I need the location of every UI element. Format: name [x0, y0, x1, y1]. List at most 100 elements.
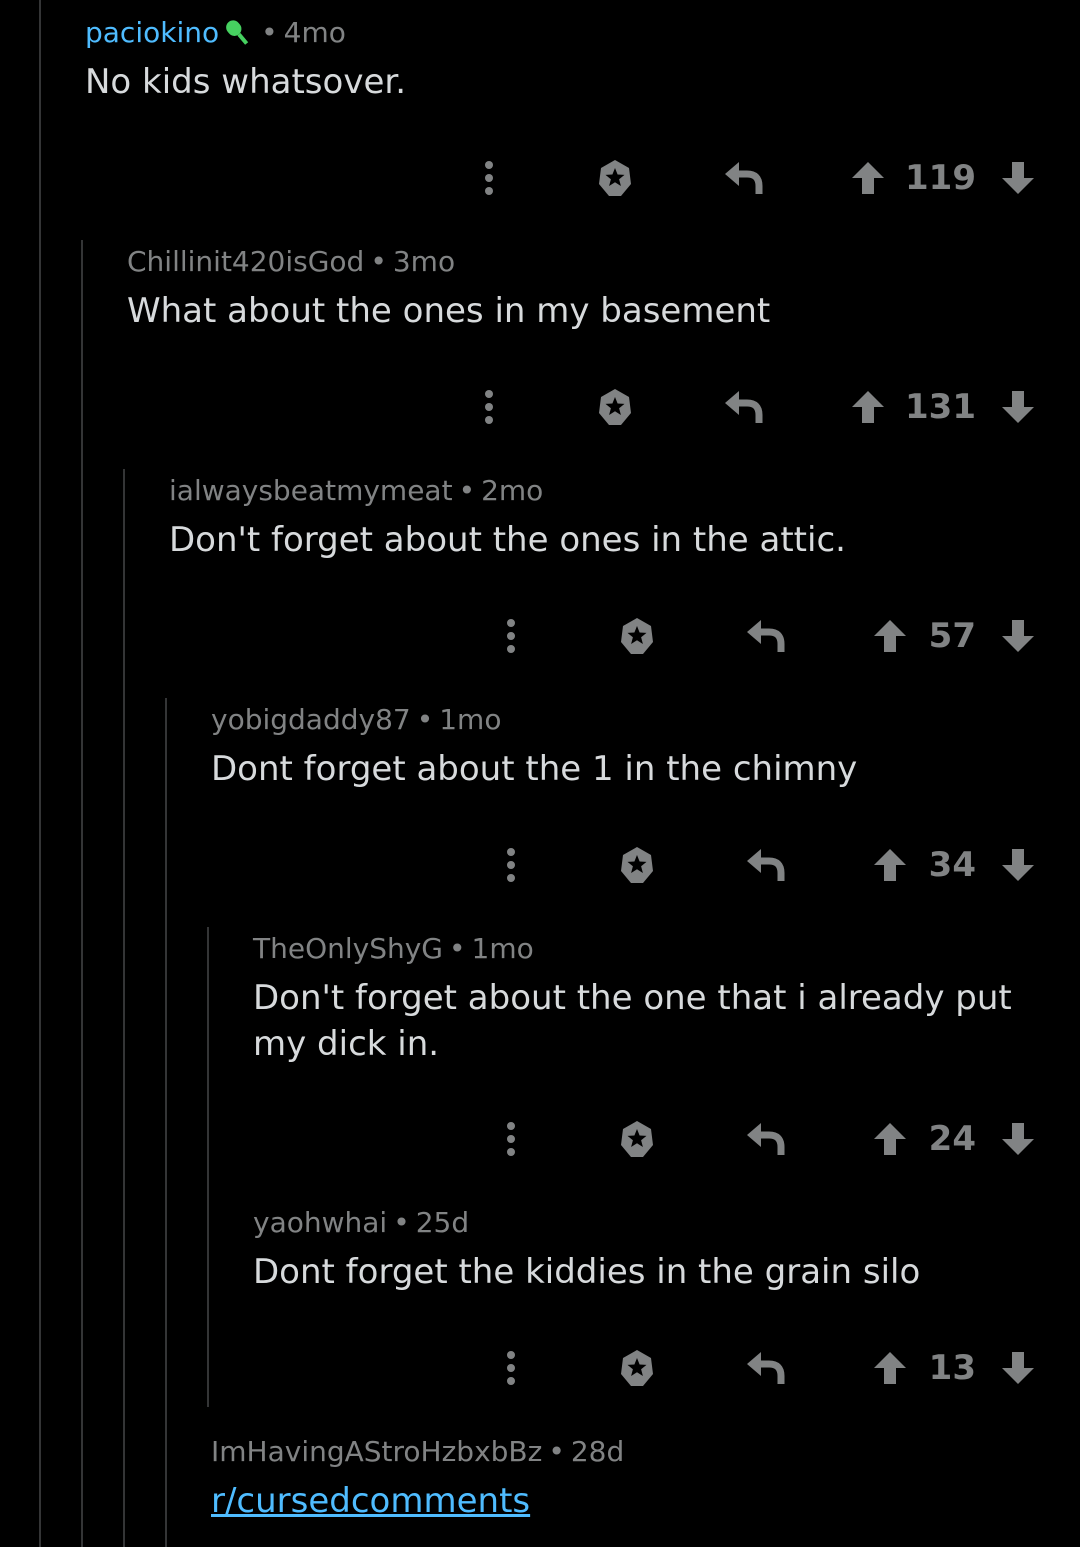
comment-body: r/cursedcomments [211, 1478, 624, 1524]
award-icon [621, 1121, 653, 1157]
award-icon [599, 160, 631, 196]
thread-line-level-2[interactable] [123, 469, 125, 1547]
award-icon [621, 1350, 653, 1386]
comment-body-line: my dick in. [253, 1024, 440, 1064]
reply-button[interactable] [740, 1346, 790, 1390]
reply-icon [747, 849, 785, 881]
author-link[interactable]: ImHavingAStroHzbxbBz [211, 1435, 542, 1468]
comment-age: 1mo [439, 703, 502, 736]
vote-score: 34 [928, 845, 976, 885]
comment-body-line: Don't forget about the one that i alread… [253, 978, 1012, 1018]
comment-age: 2mo [481, 474, 544, 507]
thread-line-level-1[interactable] [81, 240, 83, 1547]
separator-dot: • [261, 16, 278, 49]
comment: ImHavingAStroHzbxbBz • 28d r/cursedcomment… [211, 1432, 624, 1524]
thread-line-level-0[interactable] [39, 0, 41, 1547]
downvote-button[interactable] [996, 1346, 1040, 1390]
comment-actions: 57 [482, 614, 1040, 658]
comment: Chillinit420isGod • 3mo What about the one… [127, 242, 770, 334]
author-link[interactable]: yobigdaddy87 [211, 703, 411, 736]
separator-dot: • [393, 1206, 410, 1239]
comment-age: 4mo [283, 16, 346, 49]
comment: TheOnlyShyG • 1mo Don't forget about the o… [253, 929, 1012, 1067]
author-link[interactable]: paciokino [85, 16, 219, 49]
comment: yobigdaddy87 • 1mo Dont forget about the 1… [211, 700, 857, 792]
reply-button[interactable] [718, 156, 768, 200]
downvote-button[interactable] [996, 614, 1040, 658]
more-options-button[interactable] [496, 1346, 526, 1390]
microphone-icon [226, 20, 249, 45]
downvote-button[interactable] [996, 1117, 1040, 1161]
reply-icon [747, 1123, 785, 1155]
downvote-icon [1002, 162, 1034, 194]
downvote-button[interactable] [996, 156, 1040, 200]
separator-dot: • [416, 703, 434, 736]
downvote-icon [1002, 391, 1034, 423]
more-options-icon [507, 1122, 515, 1156]
separator-dot: • [548, 1435, 565, 1468]
subreddit-link[interactable]: r/cursedcomments [211, 1481, 530, 1521]
vote-score: 24 [928, 1119, 976, 1159]
award-icon [621, 618, 653, 654]
award-icon [599, 389, 631, 425]
more-options-icon [485, 161, 493, 195]
comment-actions: 119 [460, 156, 1040, 200]
more-options-button[interactable] [496, 843, 526, 887]
thread-line-level-3[interactable] [165, 698, 167, 1547]
vote-score: 131 [905, 387, 976, 427]
comment-body: No kids whatsover. [85, 62, 407, 102]
comment: paciokino • 4mo No kids whatsover. [85, 13, 406, 105]
downvote-button[interactable] [996, 385, 1040, 429]
more-options-button[interactable] [474, 156, 504, 200]
award-button[interactable] [612, 843, 662, 887]
comment-meta: Chillinit420isGod • 3mo [127, 242, 770, 282]
upvote-button[interactable] [846, 385, 890, 429]
award-icon [621, 847, 653, 883]
downvote-icon [1002, 849, 1034, 881]
comment-meta: yobigdaddy87 • 1mo [211, 700, 857, 740]
reply-icon [725, 391, 763, 423]
comment-meta: ImHavingAStroHzbxbBz • 28d [211, 1432, 624, 1472]
comment-body: What about the ones in my basement [127, 291, 771, 331]
more-options-icon [507, 1351, 515, 1385]
comment-actions: 13 [482, 1346, 1040, 1390]
comment-meta: yaohwhai • 25d [253, 1203, 920, 1243]
reply-icon [747, 620, 785, 652]
award-button[interactable] [612, 1117, 662, 1161]
upvote-button[interactable] [846, 156, 890, 200]
award-button[interactable] [612, 614, 662, 658]
comment-actions: 24 [482, 1117, 1040, 1161]
comment-body: Dont forget the kiddies in the grain sil… [253, 1252, 921, 1292]
downvote-icon [1002, 620, 1034, 652]
reply-button[interactable] [740, 614, 790, 658]
reply-button[interactable] [740, 1117, 790, 1161]
comment-actions: 34 [482, 843, 1040, 887]
upvote-icon [852, 162, 884, 194]
reply-icon [725, 162, 763, 194]
more-options-button[interactable] [496, 1117, 526, 1161]
comment-meta: TheOnlyShyG • 1mo [253, 929, 1012, 969]
reply-button[interactable] [718, 385, 768, 429]
comment-age: 25d [415, 1206, 470, 1239]
award-button[interactable] [590, 156, 640, 200]
award-button[interactable] [612, 1346, 662, 1390]
separator-dot: • [449, 932, 466, 965]
comment-body: Don't forget about the one that i alread… [253, 975, 1012, 1067]
upvote-icon [852, 391, 884, 423]
downvote-icon [1002, 1352, 1034, 1384]
reply-button[interactable] [740, 843, 790, 887]
comment-body: Dont forget about the 1 in the chimny [211, 749, 858, 789]
comment-actions: 131 [460, 385, 1040, 429]
author-link[interactable]: TheOnlyShyG [253, 932, 443, 965]
award-button[interactable] [590, 385, 640, 429]
author-link[interactable]: ialwaysbeatmymeat [169, 474, 453, 507]
downvote-button[interactable] [996, 843, 1040, 887]
more-options-button[interactable] [496, 614, 526, 658]
comment-age: 3mo [392, 245, 456, 278]
comment: ialwaysbeatmymeat • 2mo Don't forget about… [169, 471, 846, 563]
author-link[interactable]: Chillinit420isGod [127, 245, 364, 278]
more-options-icon [507, 619, 515, 653]
thread-line-level-4[interactable] [207, 927, 209, 1407]
author-link[interactable]: yaohwhai [253, 1206, 387, 1239]
more-options-button[interactable] [474, 385, 504, 429]
